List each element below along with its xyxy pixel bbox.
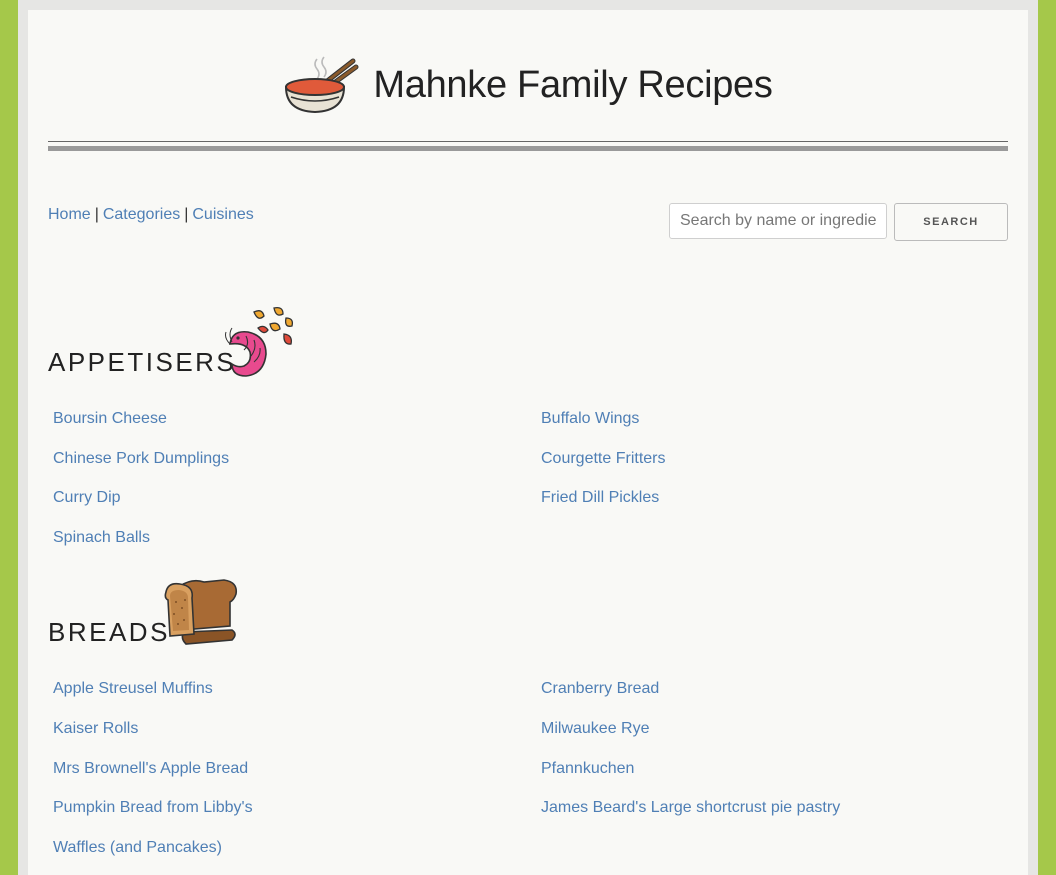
recipe-link[interactable]: Courgette Fritters bbox=[541, 450, 665, 468]
recipe-link[interactable]: Milwaukee Rye bbox=[541, 720, 649, 738]
search-input[interactable] bbox=[669, 203, 887, 239]
section-title-appetisers: APPETISERS bbox=[48, 347, 237, 377]
recipe-link[interactable]: Chinese Pork Dumplings bbox=[53, 450, 229, 468]
recipe-link[interactable]: Pfannkuchen bbox=[541, 760, 634, 778]
page-container: Mahnke Family Recipes Home | Categories | Cu… bbox=[28, 10, 1028, 875]
nav-separator: | bbox=[184, 206, 189, 223]
nav-home-link[interactable]: Home bbox=[48, 206, 91, 223]
recipe-link[interactable]: Waffles (and Pancakes) bbox=[53, 839, 222, 857]
recipe-link[interactable]: Buffalo Wings bbox=[541, 410, 639, 428]
shrimp-chips-icon bbox=[225, 306, 294, 377]
recipe-link[interactable]: Mrs Brownell's Apple Bread bbox=[53, 760, 248, 778]
recipe-link[interactable]: Boursin Cheese bbox=[53, 410, 167, 428]
section-title-breads: BREADS bbox=[48, 617, 170, 647]
recipe-link[interactable]: Spinach Balls bbox=[53, 529, 150, 547]
nav-separator: | bbox=[94, 206, 99, 223]
recipe-link[interactable]: Fried Dill Pickles bbox=[541, 489, 659, 507]
recipe-link[interactable]: James Beard's Large shortcrust pie pastr… bbox=[541, 799, 840, 817]
recipe-link[interactable]: Apple Streusel Muffins bbox=[53, 680, 213, 698]
search-button[interactable]: SEARCH bbox=[894, 203, 1008, 241]
nav-cuisines-link[interactable]: Cuisines bbox=[192, 206, 253, 223]
recipe-link[interactable]: Kaiser Rolls bbox=[53, 720, 138, 738]
nav-categories-link[interactable]: Categories bbox=[103, 206, 180, 223]
header-divider-thick bbox=[48, 146, 1008, 151]
main-nav: Home | Categories | Cuisines bbox=[48, 206, 254, 224]
bread-loaf-icon bbox=[164, 579, 238, 645]
recipe-link[interactable]: Pumpkin Bread from Libby's bbox=[53, 799, 253, 817]
recipe-link[interactable]: Cranberry Bread bbox=[541, 680, 659, 698]
header-divider-thin bbox=[48, 141, 1008, 142]
site-header: Mahnke Family Recipes bbox=[28, 50, 1028, 120]
site-title: Mahnke Family Recipes bbox=[373, 63, 773, 106]
soup-bowl-chopsticks-icon bbox=[285, 56, 359, 114]
recipe-link[interactable]: Curry Dip bbox=[53, 489, 121, 507]
